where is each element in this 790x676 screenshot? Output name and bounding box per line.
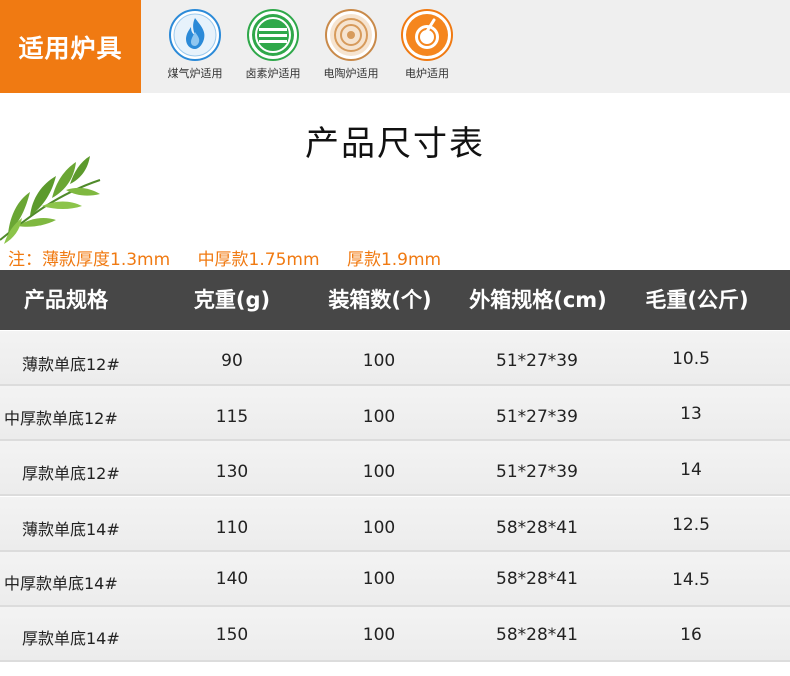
cell-qty: 100 — [362, 462, 396, 482]
cell-weight: 115 — [215, 407, 249, 427]
stove-gas: 煤气炉适用 — [155, 8, 235, 88]
stove-electric: 电炉适用 — [387, 8, 467, 88]
cell-gross: 12.5 — [672, 515, 710, 535]
cell-box: 58*28*41 — [496, 518, 578, 538]
cell-spec: 厚款单底12# — [22, 464, 120, 483]
cell-box: 58*28*41 — [496, 569, 578, 589]
note-thin: 注：薄款厚度1.3mm — [8, 250, 171, 270]
halogen-stove-icon — [247, 9, 299, 61]
col-weight: 克重(g) — [193, 288, 271, 312]
table-row: 中厚款单底14# 140 100 58*28*41 14.5 — [0, 552, 790, 607]
col-gross: 毛重(公斤) — [645, 288, 749, 312]
cell-weight: 140 — [215, 569, 249, 589]
stove-caption: 电炉适用 — [405, 67, 449, 80]
cell-gross: 14 — [680, 460, 702, 480]
cell-weight: 130 — [215, 462, 249, 482]
cell-weight: 150 — [215, 625, 249, 645]
table-row: 薄款单底12# 90 100 51*27*39 10.5 — [0, 331, 790, 386]
ceramic-stove-icon — [325, 9, 377, 61]
stove-badge: 适用炉具 — [0, 0, 141, 93]
note-medium: 中厚款1.75mm — [197, 250, 320, 270]
page-title: 产品尺寸表 — [305, 124, 485, 164]
table-row: 中厚款单底12# 115 100 51*27*39 13 — [0, 386, 790, 441]
table-header: 产品规格 克重(g) 装箱数(个) 外箱规格(cm) 毛重(公斤) — [0, 270, 790, 330]
cell-qty: 100 — [362, 625, 396, 645]
cell-spec: 中厚款单底14# — [4, 574, 118, 593]
thickness-note: 注：薄款厚度1.3mm 中厚款1.75mm 厚款1.9mm — [8, 245, 463, 270]
cell-gross: 10.5 — [672, 349, 710, 369]
cell-qty: 100 — [362, 407, 396, 427]
stove-caption: 电陶炉适用 — [323, 67, 379, 80]
cell-gross: 16 — [680, 625, 702, 645]
stove-caption: 煤气炉适用 — [167, 67, 223, 80]
cell-weight: 110 — [215, 518, 249, 538]
cell-box: 51*27*39 — [496, 351, 578, 371]
stove-halogen: 卤素炉适用 — [233, 8, 313, 88]
table-row: 厚款单底14# 150 100 58*28*41 16 — [0, 607, 790, 662]
col-qty: 装箱数(个) — [328, 288, 432, 312]
cell-qty: 100 — [362, 351, 396, 371]
cell-gross: 14.5 — [672, 570, 710, 590]
cell-qty: 100 — [362, 569, 396, 589]
stove-strip: 适用炉具 煤气炉适用 卤素炉适用 电陶炉适用 电炉适用 — [0, 0, 790, 93]
cell-box: 51*27*39 — [496, 407, 578, 427]
col-spec: 产品规格 — [24, 288, 108, 312]
stove-ceramic: 电陶炉适用 — [311, 8, 391, 88]
cell-weight: 90 — [221, 351, 243, 371]
cell-spec: 中厚款单底12# — [4, 409, 118, 428]
table-row: 厚款单底12# 130 100 51*27*39 14 — [0, 441, 790, 496]
cell-spec: 薄款单底12# — [22, 355, 120, 374]
cell-box: 58*28*41 — [496, 625, 578, 645]
table-row: 薄款单底14# 110 100 58*28*41 12.5 — [0, 497, 790, 552]
electric-stove-icon — [401, 9, 453, 61]
cell-box: 51*27*39 — [496, 462, 578, 482]
cell-qty: 100 — [362, 518, 396, 538]
cell-gross: 13 — [680, 404, 702, 424]
stove-caption: 卤素炉适用 — [245, 67, 301, 80]
note-thick: 厚款1.9mm — [346, 250, 442, 270]
cell-spec: 薄款单底14# — [22, 520, 120, 539]
gas-flame-icon — [169, 9, 221, 61]
cell-spec: 厚款单底14# — [22, 629, 120, 648]
col-box: 外箱规格(cm) — [469, 288, 607, 312]
